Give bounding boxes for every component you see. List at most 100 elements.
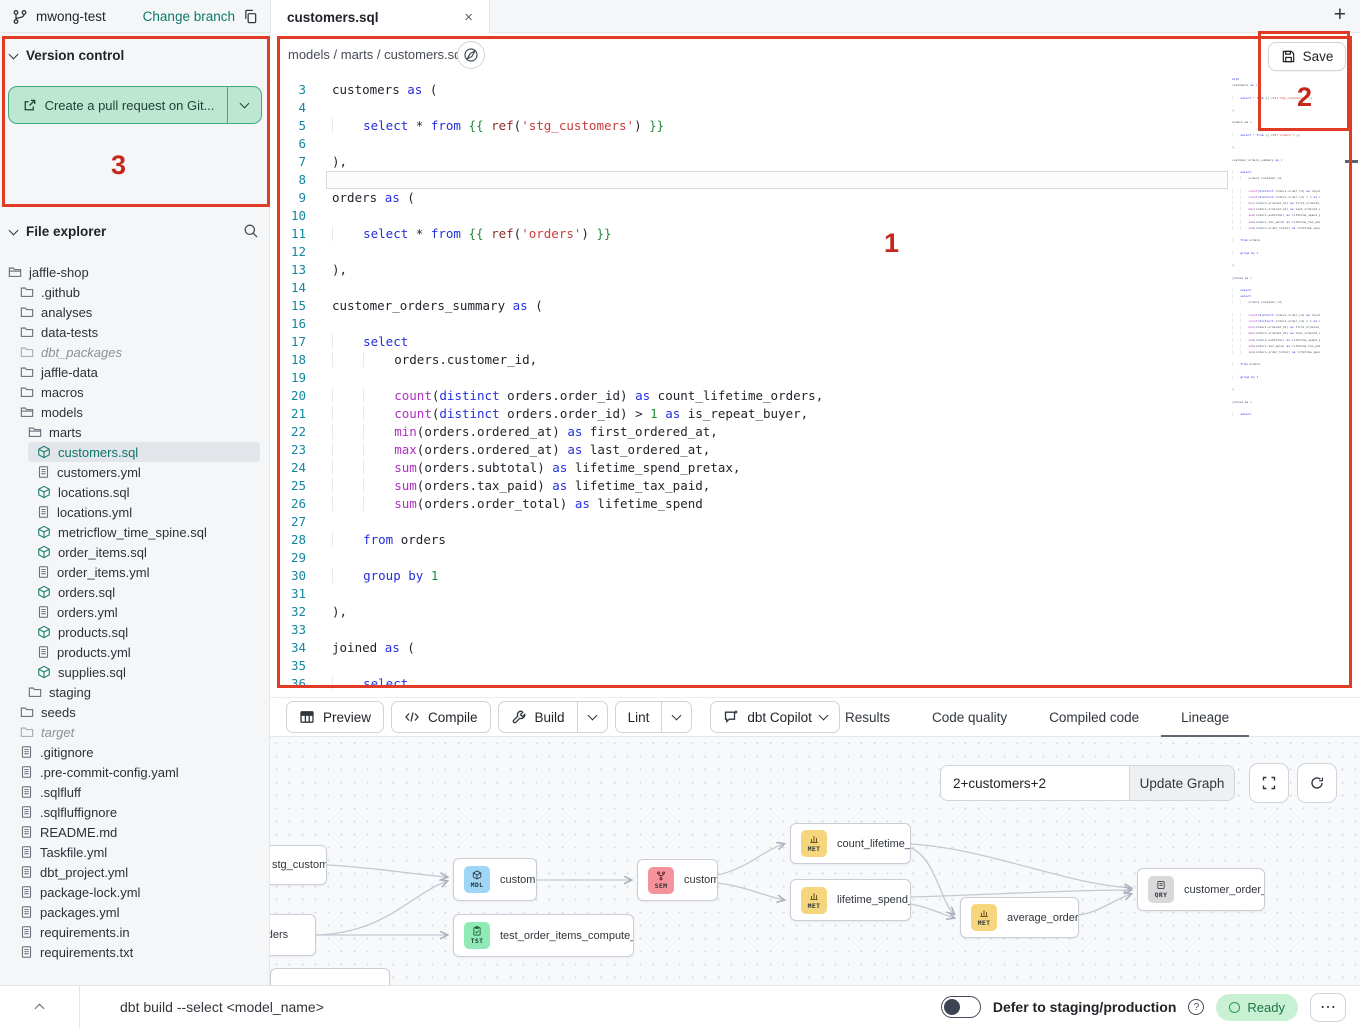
file-tree-item-jaffle-shop[interactable]: jaffle-shop [0, 262, 270, 282]
code-line-3[interactable]: 3customers as ( [270, 81, 1360, 99]
file-tree-item--pre-commit-config-yaml[interactable]: .pre-commit-config.yaml [0, 762, 270, 782]
refresh-button[interactable] [1297, 763, 1337, 803]
file-tree-item-orders-yml[interactable]: orders.yml [0, 602, 270, 622]
file-tree-item-order-items-yml[interactable]: order_items.yml [0, 562, 270, 582]
save-button[interactable]: Save [1268, 42, 1346, 71]
pr-button-main[interactable]: Create a pull request on Git... [9, 87, 228, 123]
file-tree-item-staging[interactable]: staging [0, 682, 270, 702]
compile-button[interactable]: Compile [391, 701, 491, 733]
code-line-9[interactable]: 9orders as ( [270, 189, 1360, 207]
file-tree-item-products-yml[interactable]: products.yml [0, 642, 270, 662]
pr-button-dropdown[interactable] [228, 87, 261, 123]
file-tree-item-target[interactable]: target [0, 722, 270, 742]
help-icon[interactable]: ? [1188, 999, 1204, 1015]
file-tree-item-analyses[interactable]: analyses [0, 302, 270, 322]
code-line-8[interactable]: 8 [270, 171, 1360, 189]
file-tree-item-package-lock-yml[interactable]: package-lock.yml [0, 882, 270, 902]
code-editor[interactable]: 2with3customers as (45 select * from {{ … [270, 76, 1360, 697]
file-tree-item-products-sql[interactable]: products.sql [0, 622, 270, 642]
code-line-17[interactable]: 17 select [270, 333, 1360, 351]
code-line-16[interactable]: 16 [270, 315, 1360, 333]
code-line-29[interactable]: 29 [270, 549, 1360, 567]
file-tree-item-jaffle-data[interactable]: jaffle-data [0, 362, 270, 382]
tab-code-quality[interactable]: Code quality [932, 697, 1007, 737]
tab-results[interactable]: Results [845, 697, 890, 737]
code-line-10[interactable]: 10 [270, 207, 1360, 225]
code-line-6[interactable]: 6 [270, 135, 1360, 153]
code-line-15[interactable]: 15customer_orders_summary as ( [270, 297, 1360, 315]
lint-dropdown[interactable] [661, 702, 691, 732]
file-tree-item-models[interactable]: models [0, 402, 270, 422]
code-line-21[interactable]: 21 count(distinct orders.order_id) > 1 a… [270, 405, 1360, 423]
build-dropdown[interactable] [577, 702, 607, 732]
file-tree-item-metricflow-time-spine-sql[interactable]: metricflow_time_spine.sql [0, 522, 270, 542]
change-branch-link[interactable]: Change branch [143, 9, 235, 24]
file-tree-item-packages-yml[interactable]: packages.yml [0, 902, 270, 922]
file-tree-item-dbt-project-yml[interactable]: dbt_project.yml [0, 862, 270, 882]
editor-minimap[interactable]: withcustomers as ( select * from {{ ref(… [1232, 76, 1320, 506]
code-line-26[interactable]: 26 sum(orders.order_total) as lifetime_s… [270, 495, 1360, 513]
tab-lineage[interactable]: Lineage [1181, 697, 1229, 737]
code-line-36[interactable]: 36 select [270, 675, 1360, 693]
preview-button[interactable]: Preview [286, 701, 384, 733]
file-tree-item-requirements-in[interactable]: requirements.in [0, 922, 270, 942]
lineage-node-customer-order-metrics[interactable]: QRYcustomer_order_metrics [1137, 868, 1265, 911]
copy-branch-icon[interactable] [243, 9, 258, 24]
lineage-node-partial[interactable] [270, 968, 390, 985]
build-button[interactable]: Build [499, 702, 577, 732]
lint-button[interactable]: Lint [616, 702, 662, 732]
code-line-11[interactable]: 11 select * from {{ ref('orders') }} [270, 225, 1360, 243]
code-line-25[interactable]: 25 sum(orders.tax_paid) as lifetime_tax_… [270, 477, 1360, 495]
lineage-node-test-order-items-compute-to-bools-[interactable]: TSTtest_order_items_compute_to_bools... [453, 914, 634, 957]
code-line-23[interactable]: 23 max(orders.ordered_at) as last_ordere… [270, 441, 1360, 459]
code-line-27[interactable]: 27 [270, 513, 1360, 531]
lineage-node-average-order-value[interactable]: METaverage_order_value [960, 897, 1079, 938]
lineage-filter-input[interactable] [941, 766, 1129, 800]
dbt-copilot-button[interactable]: dbt Copilot [710, 701, 840, 733]
code-line-4[interactable]: 4 [270, 99, 1360, 117]
file-tree-item-orders-sql[interactable]: orders.sql [0, 582, 270, 602]
file-tree-item-marts[interactable]: marts [0, 422, 270, 442]
file-tree-item--gitignore[interactable]: .gitignore [0, 742, 270, 762]
code-line-30[interactable]: 30 group by 1 [270, 567, 1360, 585]
code-line-13[interactable]: 13), [270, 261, 1360, 279]
file-tree-item-taskfile-yml[interactable]: Taskfile.yml [0, 842, 270, 862]
search-icon[interactable] [243, 223, 259, 239]
command-text[interactable]: dbt build --select <model_name> [120, 999, 324, 1015]
code-line-35[interactable]: 35 [270, 657, 1360, 675]
code-line-28[interactable]: 28 from orders [270, 531, 1360, 549]
code-line-19[interactable]: 19 [270, 369, 1360, 387]
file-tree-item-supplies-sql[interactable]: supplies.sql [0, 662, 270, 682]
file-tree-item-seeds[interactable]: seeds [0, 702, 270, 722]
code-line-33[interactable]: 33 [270, 621, 1360, 639]
defer-toggle[interactable] [941, 996, 981, 1018]
scrollbar-marker[interactable] [1345, 160, 1358, 163]
code-line-5[interactable]: 5 select * from {{ ref('stg_customers') … [270, 117, 1360, 135]
file-tree-item-locations-sql[interactable]: locations.sql [0, 482, 270, 502]
version-control-header[interactable]: Version control [10, 48, 124, 63]
code-line-12[interactable]: 12 [270, 243, 1360, 261]
code-line-24[interactable]: 24 sum(orders.subtotal) as lifetime_spen… [270, 459, 1360, 477]
file-tree-item-data-tests[interactable]: data-tests [0, 322, 270, 342]
code-line-18[interactable]: 18 orders.customer_id, [270, 351, 1360, 369]
lineage-node-stg-customers[interactable]: MDLstg_customers [270, 845, 327, 885]
code-line-22[interactable]: 22 min(orders.ordered_at) as first_order… [270, 423, 1360, 441]
expand-command-bar-button[interactable] [0, 986, 80, 1028]
new-tab-button[interactable]: + [1334, 3, 1346, 27]
create-pull-request-button[interactable]: Create a pull request on Git... [8, 86, 262, 124]
view-docs-button[interactable] [457, 41, 485, 69]
file-explorer-header[interactable]: File explorer [10, 224, 106, 239]
file-tree-item--sqlfluff[interactable]: .sqlfluff [0, 782, 270, 802]
fullscreen-button[interactable] [1249, 763, 1289, 803]
code-line-34[interactable]: 34joined as ( [270, 639, 1360, 657]
file-tree-item-customers-yml[interactable]: customers.yml [0, 462, 270, 482]
file-tree-item--github[interactable]: .github [0, 282, 270, 302]
lineage-node-orders[interactable]: MDLorders [270, 914, 316, 956]
tab-close-icon[interactable]: × [464, 10, 473, 25]
editor-tab-customers-sql[interactable]: customers.sql × [270, 0, 490, 34]
code-line-31[interactable]: 31 [270, 585, 1360, 603]
lineage-node-customers[interactable]: MDLcustomers [453, 858, 537, 901]
file-tree-item-dbt-packages[interactable]: dbt_packages [0, 342, 270, 362]
code-line-32[interactable]: 32), [270, 603, 1360, 621]
lineage-node-count-lifetime-orders[interactable]: METcount_lifetime_orders [790, 823, 911, 864]
